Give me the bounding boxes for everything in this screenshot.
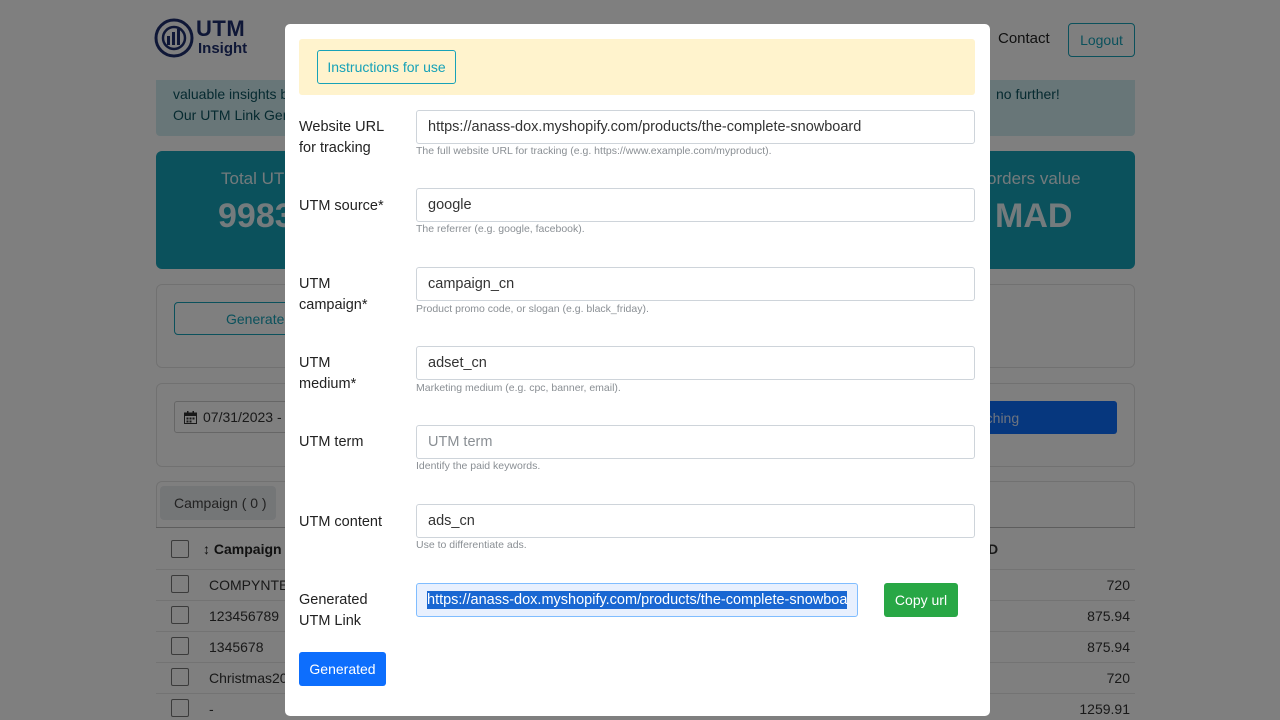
utm-campaign-input[interactable]: [416, 267, 975, 301]
generated-link-label: Generated UTM Link: [299, 592, 368, 629]
generated-link-text: https://anass-dox.myshopify.com/products…: [427, 591, 848, 609]
content-field-help: Use to differentiate ads.: [416, 539, 527, 551]
medium-field-label: UTM medium*: [299, 355, 357, 392]
copy-url-button[interactable]: Copy url: [884, 583, 958, 617]
source-field-help: The referrer (e.g. google, facebook).: [416, 223, 585, 235]
generated-link-field[interactable]: https://anass-dox.myshopify.com/products…: [416, 583, 858, 617]
url-input[interactable]: [416, 110, 975, 144]
campaign-field-label: UTM campaign*: [299, 276, 368, 313]
generate-utm-button[interactable]: Generated: [299, 652, 386, 686]
url-field-help: The full website URL for tracking (e.g. …: [416, 145, 772, 157]
utm-content-input[interactable]: [416, 504, 975, 538]
campaign-field-help: Product promo code, or slogan (e.g. blac…: [416, 303, 649, 315]
term-field-label: UTM term: [299, 434, 364, 450]
url-field-label: Website URL for tracking: [299, 119, 384, 156]
utm-source-input[interactable]: [416, 188, 975, 222]
utm-medium-input[interactable]: [416, 346, 975, 380]
instructions-button[interactable]: Instructions for use: [317, 50, 456, 84]
term-field-help: Identify the paid keywords.: [416, 460, 541, 472]
source-field-label: UTM source*: [299, 198, 384, 214]
utm-generator-modal: Instructions for use Website URL for tra…: [285, 24, 990, 716]
utm-term-input[interactable]: [416, 425, 975, 459]
instructions-notice: Instructions for use: [299, 39, 975, 95]
medium-field-help: Marketing medium (e.g. cpc, banner, emai…: [416, 382, 621, 394]
content-field-label: UTM content: [299, 514, 382, 530]
